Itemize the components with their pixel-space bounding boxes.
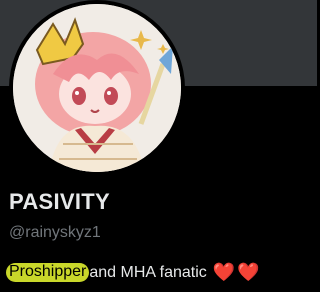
bottom-edge bbox=[0, 287, 317, 292]
red-heart-emoji: ❤️❤️ bbox=[212, 262, 262, 282]
display-name: PASIVITY bbox=[9, 189, 111, 214]
bio: Proshipper and MHA fanatic ❤️❤️ bbox=[6, 262, 262, 283]
highlighted-word: Proshipper bbox=[6, 263, 90, 282]
avatar-ring bbox=[9, 0, 185, 176]
avatar[interactable] bbox=[13, 4, 181, 172]
avatar-illustration bbox=[13, 4, 181, 172]
bio-text: and MHA fanatic bbox=[89, 263, 207, 281]
username-handle: @rainyskyz1 bbox=[9, 224, 101, 241]
